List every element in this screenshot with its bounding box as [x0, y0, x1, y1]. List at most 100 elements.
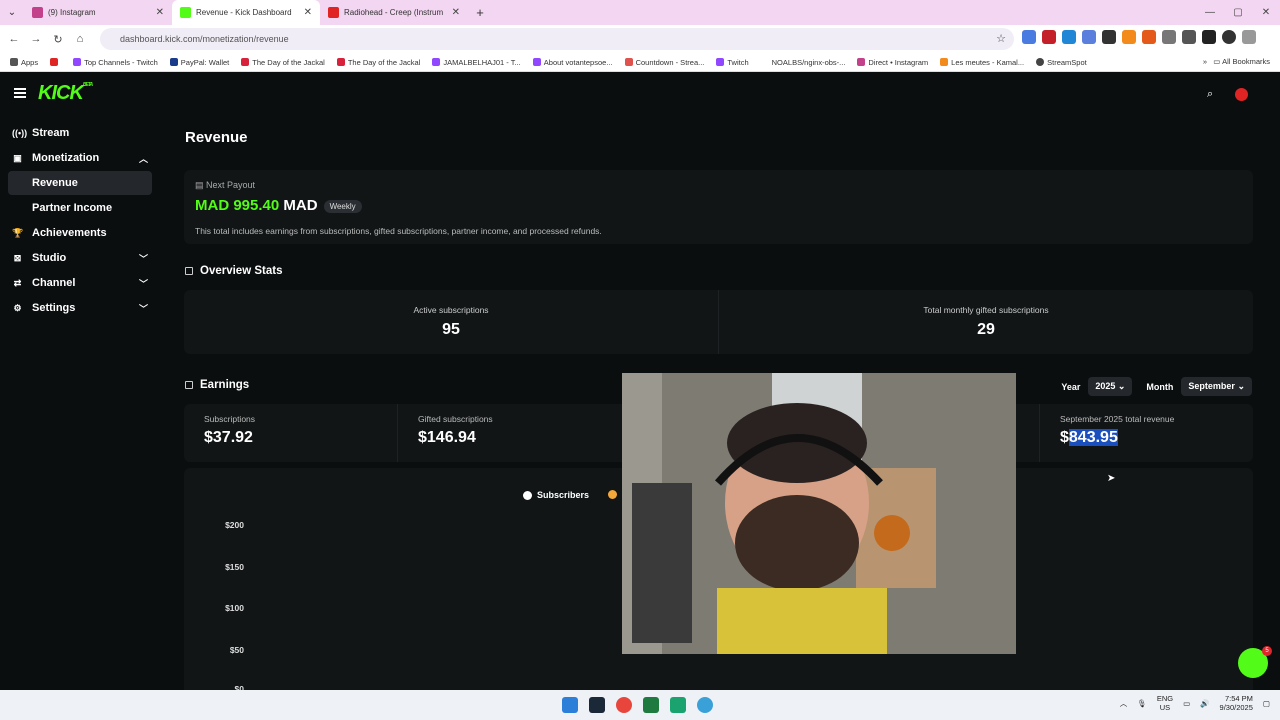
payout-note: This total includes earnings from subscr…	[195, 226, 602, 236]
language-indicator[interactable]: ENG US	[1157, 694, 1173, 712]
avatar[interactable]	[1235, 88, 1248, 101]
chevron-down-icon: ﹀	[138, 278, 148, 289]
close-tab-icon[interactable]: ✕	[156, 7, 164, 18]
media-icon[interactable]	[1182, 30, 1196, 44]
sidebar-item-partner-income[interactable]: Partner Income	[8, 196, 152, 220]
stats-icon	[185, 267, 193, 275]
tab-kick-dashboard[interactable]: Revenue - Kick Dashboard ✕	[172, 0, 320, 25]
tab-instagram[interactable]: (9) Instagram ✕	[24, 0, 172, 25]
wallet-icon: ▤	[195, 180, 207, 190]
address-bar[interactable]: dashboard.kick.com/monetization/revenue …	[100, 28, 1014, 50]
kick-logo[interactable]: KICKBETA	[38, 82, 93, 105]
extension-icon[interactable]	[1022, 30, 1036, 44]
sidebar-item-revenue[interactable]: Revenue	[8, 171, 152, 195]
sidebar-item-label: Stream	[32, 127, 70, 139]
sidebar-item-achievements[interactable]: 🏆 Achievements	[8, 221, 152, 245]
stream-icon: ((•))	[12, 128, 28, 138]
app-icon[interactable]	[697, 697, 713, 713]
forward-icon[interactable]: →	[25, 33, 47, 45]
bookmark[interactable]	[50, 58, 61, 66]
webcam-image	[622, 373, 1016, 654]
chrome-icon[interactable]	[616, 697, 632, 713]
youtube-icon	[328, 7, 339, 18]
clock[interactable]: 7:54 PM 9/30/2025	[1220, 694, 1253, 712]
close-tab-icon[interactable]: ✕	[304, 7, 312, 18]
bookmark[interactable]: StreamSpot	[1036, 58, 1087, 67]
earnings-label: Subscriptions	[204, 414, 256, 424]
notification-badge: 5	[1262, 646, 1272, 656]
microphone-icon[interactable]: 🎙	[1137, 699, 1147, 708]
tab-search-icon[interactable]: ⌄	[0, 0, 24, 25]
maximize-icon[interactable]: ▢	[1224, 0, 1252, 25]
vpn-icon[interactable]	[1202, 30, 1216, 44]
volume-icon[interactable]: 🔊	[1200, 699, 1209, 708]
tab-youtube[interactable]: Radiohead - Creep (Instrum ✕	[320, 0, 468, 25]
extension-icon[interactable]	[1082, 30, 1096, 44]
bookmark-star-icon[interactable]: ☆	[996, 32, 1006, 45]
extension-icon[interactable]	[1062, 30, 1076, 44]
year-label: Year	[1061, 381, 1081, 392]
payout-amount: MAD 995.40 MAD Weekly	[195, 197, 362, 214]
bookmark[interactable]: About votantepsoe...	[532, 58, 613, 67]
sidebar-item-stream[interactable]: ((•)) Stream	[8, 121, 152, 145]
menu-icon[interactable]	[1242, 30, 1256, 44]
stat-active-subscriptions: Active subscriptions 95	[184, 290, 719, 354]
bookmark[interactable]: The Day of the Jackal	[336, 58, 420, 67]
home-icon[interactable]: ⌂	[69, 33, 91, 45]
sidebar-item-monetization[interactable]: ▣ Monetization ︿	[8, 146, 152, 170]
year-select[interactable]: 2025 ⌄	[1088, 377, 1133, 396]
reload-icon[interactable]: ↻	[47, 33, 69, 46]
minimize-icon[interactable]: —	[1196, 0, 1224, 25]
url-text: dashboard.kick.com/monetization/revenue	[120, 34, 289, 44]
new-tab-button[interactable]: +	[468, 5, 492, 20]
bookmark[interactable]: PayPal: Wallet	[169, 58, 229, 67]
earnings-label: September 2025 total revenue	[1060, 414, 1175, 424]
close-tab-icon[interactable]: ✕	[452, 7, 460, 18]
stat-gifted-subscriptions: Total monthly gifted subscriptions 29	[719, 290, 1253, 354]
extension-icon[interactable]	[1102, 30, 1116, 44]
chat-support-button[interactable]: 5	[1238, 646, 1272, 678]
extension-icon[interactable]	[1122, 30, 1136, 44]
puzzle-icon[interactable]	[1162, 30, 1176, 44]
next-payout-card: ▤ Next Payout MAD 995.40 MAD Weekly This …	[184, 170, 1253, 244]
sidebar-item-studio[interactable]: ⊠ Studio ﹀	[8, 246, 152, 270]
windows-taskbar: ︿ 🎙 ENG US ▭ 🔊 7:54 PM 9/30/2025 ▢	[0, 690, 1280, 720]
search-icon[interactable]: ⌕	[1207, 88, 1213, 101]
sidebar-item-settings[interactable]: ⚙ Settings ﹀	[8, 296, 152, 320]
notifications-icon[interactable]: ▢	[1263, 699, 1270, 708]
month-select[interactable]: September ⌄	[1181, 377, 1252, 396]
stat-label: Active subscriptions	[413, 305, 489, 315]
weekly-badge: Weekly	[323, 199, 362, 213]
kick-header: KICKBETA ⌕	[0, 72, 1280, 116]
discord-icon[interactable]	[670, 697, 686, 713]
steam-icon[interactable]	[589, 697, 605, 713]
bookmark[interactable]: NOALBS/nginx-obs-...	[760, 58, 845, 67]
earnings-value: $843.95	[1060, 429, 1118, 446]
sidebar-item-label: Studio	[32, 252, 67, 264]
bookmark[interactable]: Les meutes - Kamal...	[940, 58, 1024, 67]
network-icon[interactable]: ▭	[1183, 699, 1190, 708]
bookmark[interactable]: JAMALBELHAJ01 - T...	[432, 58, 521, 67]
bookmark[interactable]: Top Channels - Twitch	[73, 58, 158, 67]
back-icon[interactable]: ←	[3, 33, 25, 45]
profile-icon[interactable]	[1222, 30, 1236, 44]
bookmark[interactable]: Twitch	[716, 58, 749, 67]
extension-icon[interactable]	[1042, 30, 1056, 44]
bookmark[interactable]: Countdown - Strea...	[624, 58, 704, 67]
sidebar-item-channel[interactable]: ⇄ Channel ﹀	[8, 271, 152, 295]
extension-icon[interactable]	[1142, 30, 1156, 44]
hamburger-menu-icon[interactable]	[14, 88, 26, 98]
webcam-overlay	[622, 373, 1016, 654]
windows-start-icon[interactable]	[562, 697, 578, 713]
all-bookmarks[interactable]: » ▭ All Bookmarks	[1203, 57, 1270, 66]
bookmark[interactable]: Direct • Instagram	[857, 58, 928, 67]
bookmark[interactable]: The Day of the Jackal	[241, 58, 325, 67]
bookmarks-bar: Apps Top Channels - Twitch PayPal: Walle…	[0, 53, 1280, 72]
close-window-icon[interactable]: ✕	[1252, 0, 1280, 25]
sidebar-item-label: Revenue	[32, 177, 78, 189]
tray-overflow-icon[interactable]: ︿	[1120, 698, 1128, 709]
earnings-value: $146.94	[418, 429, 476, 446]
bookmark[interactable]: Apps	[10, 58, 38, 67]
spreadsheet-icon[interactable]	[643, 697, 659, 713]
sidebar-item-label: Settings	[32, 302, 76, 314]
